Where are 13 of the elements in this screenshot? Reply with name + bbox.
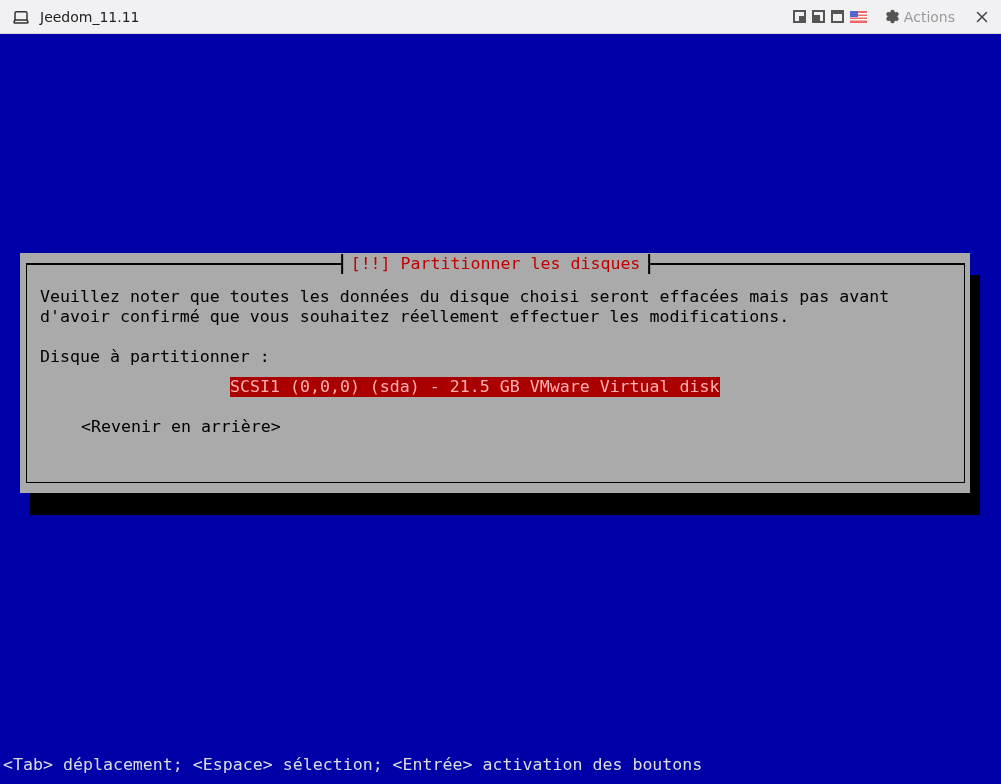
settings-icon (884, 9, 900, 24)
back-button[interactable]: <Revenir en arrière> (81, 417, 281, 437)
window-layout-icon[interactable] (830, 10, 844, 23)
flag-icon[interactable] (849, 10, 867, 23)
key-help-text: <Tab> déplacement; <Espace> sélection; <Entrée> activation des boutons (2, 755, 704, 776)
actions-button[interactable]: Actions (880, 8, 959, 25)
dialog-message: Veuillez noter que toutes les données du disque choisi seront effacées mais pas avant d'avoir confirmé que vous souhaitez réellement effectuer les modifications. (40, 287, 891, 327)
dialog-title: [!!] Partitionner les disques (340, 254, 651, 274)
window-layout-icon[interactable] (811, 10, 825, 23)
window-layout-icon[interactable] (792, 10, 806, 23)
disk-option[interactable]: SCSI1 (0,0,0) (sda) - 21.5 GB VMware Virtual disk (230, 377, 720, 397)
window-title: Jeedom_11.11 (40, 8, 140, 25)
disk-prompt: Disque à partitionner : (40, 347, 271, 367)
